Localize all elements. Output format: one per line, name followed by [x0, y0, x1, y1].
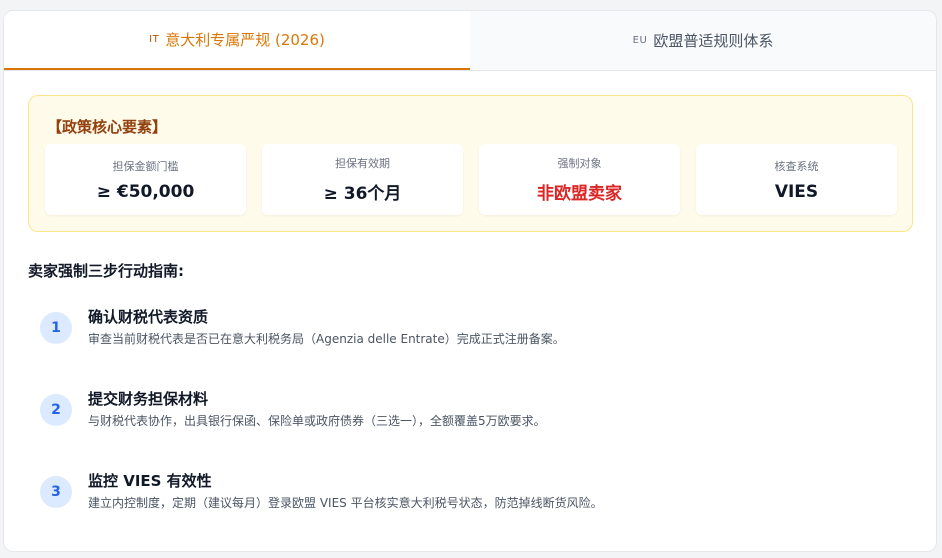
metric-label: 担保金额门槛	[112, 159, 179, 173]
policy-title: 【政策核心要素】	[47, 118, 168, 136]
metric-value: 非欧盟卖家	[537, 184, 622, 204]
policy-metrics: 担保金额门槛 ≥ €50,000 担保有效期 ≥ 36个月 强制对象 非欧盟卖家…	[45, 144, 897, 215]
metric-target: 强制对象 非欧盟卖家	[479, 144, 680, 215]
tab-italy-label: 意大利专属严规 (2026)	[165, 31, 325, 49]
italy-flag-icon: IT	[149, 34, 160, 45]
metric-label: 核查系统	[774, 159, 819, 173]
eu-flag-icon: EU	[632, 35, 648, 46]
step-title: 确认财税代表资质	[88, 308, 209, 326]
step-number-badge: 1	[40, 312, 72, 344]
step-number-badge: 2	[40, 394, 72, 426]
metric-label: 担保有效期	[335, 157, 390, 170]
tab-italy[interactable]: IT 意大利专属严规 (2026)	[4, 11, 470, 70]
tab-eu[interactable]: EU 欧盟普适规则体系	[470, 11, 936, 70]
policy-card: IT 意大利专属严规 (2026) EU 欧盟普适规则体系 【政策核心要素】 担…	[3, 10, 937, 552]
policy-core-box: 【政策核心要素】 担保金额门槛 ≥ €50,000 担保有效期 ≥ 36个月 强…	[28, 95, 913, 232]
metric-value: ≥ €50,000	[96, 181, 195, 202]
step-description: 建立内控制度，定期（建议每月）登录欧盟 VIES 平台核实意大利税号状态，防范掉…	[88, 496, 603, 510]
step-3: 3 监控 VIES 有效性 建立内控制度，定期（建议每月）登录欧盟 VIES 平…	[40, 472, 900, 524]
step-title: 监控 VIES 有效性	[88, 472, 212, 490]
guide-title: 卖家强制三步行动指南:	[28, 262, 184, 280]
metric-guarantee-amount: 担保金额门槛 ≥ €50,000	[45, 144, 246, 215]
step-description: 与财税代表协作，出具银行保函、保险单或政府债券（三选一），全额覆盖5万欧要求。	[88, 414, 546, 428]
metric-guarantee-validity: 担保有效期 ≥ 36个月	[262, 144, 463, 215]
step-2: 2 提交财务担保材料 与财税代表协作，出具银行保函、保险单或政府债券（三选一），…	[40, 390, 900, 442]
region-tabs: IT 意大利专属严规 (2026) EU 欧盟普适规则体系	[4, 11, 936, 71]
metric-check-system: 核查系统 VIES	[696, 144, 897, 215]
metric-value: VIES	[774, 181, 819, 202]
tab-eu-label: 欧盟普适规则体系	[653, 32, 774, 50]
metric-label: 强制对象	[557, 157, 602, 170]
step-1: 1 确认财税代表资质 审查当前财税代表是否已在意大利税务局（Agenzia de…	[40, 308, 900, 360]
step-description: 审查当前财税代表是否已在意大利税务局（Agenzia delle Entrate…	[88, 332, 565, 346]
metric-value: ≥ 36个月	[323, 184, 402, 204]
step-title: 提交财务担保材料	[88, 390, 209, 408]
step-number-badge: 3	[40, 476, 72, 508]
